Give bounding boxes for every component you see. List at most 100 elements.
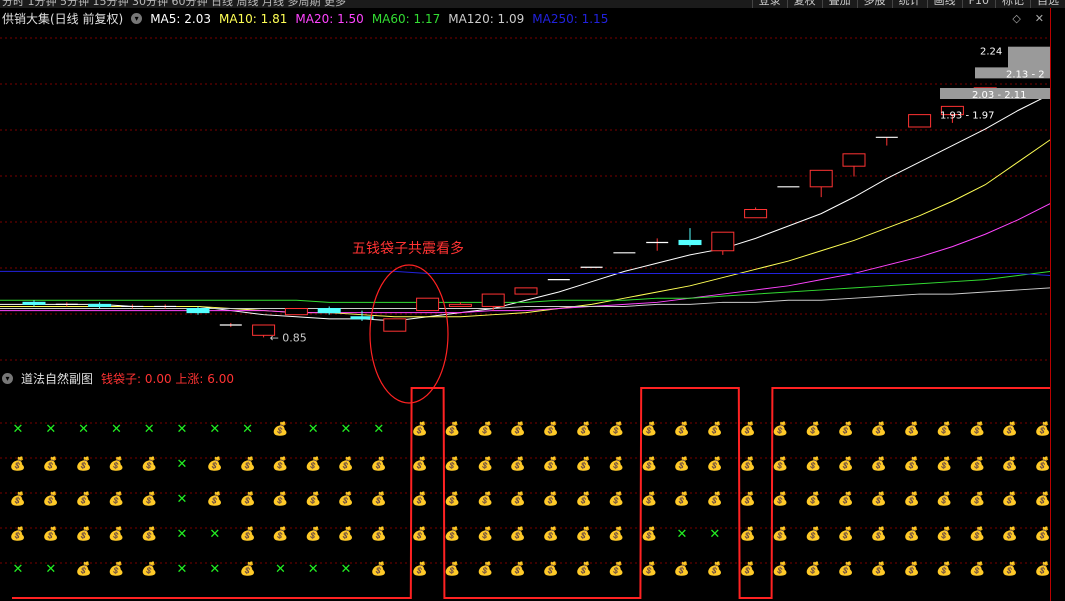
x-mark-icon: ✕ — [144, 422, 155, 437]
candle-body — [88, 303, 112, 307]
candle-body — [678, 239, 702, 246]
money-bag-icon: 💰 — [543, 561, 559, 577]
money-bag-icon: 💰 — [141, 456, 157, 472]
x-mark-icon: ✕ — [209, 527, 220, 542]
price-range-label: 2.03 - 2.11 — [972, 90, 1027, 101]
candle-body — [284, 308, 308, 316]
money-bag-icon: 💰 — [10, 491, 26, 507]
money-bag-icon: 💰 — [772, 491, 788, 507]
money-bag-icon: 💰 — [444, 561, 460, 577]
candle-body — [317, 308, 341, 314]
money-bag-icon: 💰 — [477, 491, 493, 507]
money-bag-icon: 💰 — [412, 561, 428, 577]
price-range-label: 2.13 - 2 — [1006, 69, 1045, 80]
money-bag-icon: 💰 — [871, 526, 887, 542]
money-bag-icon: 💰 — [969, 561, 985, 577]
money-bag-icon: 💰 — [510, 526, 526, 542]
money-bag-icon: 💰 — [674, 561, 690, 577]
money-bag-icon: 💰 — [576, 491, 592, 507]
money-bag-icon: 💰 — [871, 421, 887, 437]
price-band — [1008, 46, 1050, 69]
money-bag-icon: 💰 — [108, 561, 124, 577]
money-bag-icon: 💰 — [904, 421, 920, 437]
money-bag-icon: 💰 — [1002, 526, 1018, 542]
money-bag-icon: 💰 — [772, 456, 788, 472]
money-bag-icon: 💰 — [838, 561, 854, 577]
money-bag-icon: 💰 — [674, 491, 690, 507]
ma-line-ma60 — [0, 270, 1050, 303]
money-bag-icon: 💰 — [707, 421, 723, 437]
money-bag-icon: 💰 — [338, 526, 354, 542]
money-bag-icon: 💰 — [510, 561, 526, 577]
money-bag-icon: 💰 — [207, 491, 223, 507]
price-range-label: 2.24 — [980, 47, 1002, 58]
period-tabs[interactable]: 分时 1分钟 5分钟 15分钟 30分钟 60分钟 日线 周线 月线 多周期 更… — [2, 0, 346, 8]
toolbar-button[interactable]: 标记 — [995, 0, 1030, 8]
money-bag-icon: 💰 — [740, 561, 756, 577]
money-bag-icon: 💰 — [240, 561, 256, 577]
money-bag-icon: 💰 — [707, 456, 723, 472]
money-bag-icon: 💰 — [641, 491, 657, 507]
toolbar-button[interactable]: F10 — [961, 0, 995, 8]
money-bag-icon: 💰 — [43, 491, 59, 507]
toolbar-button[interactable]: 画线 — [926, 0, 962, 8]
price-axis[interactable] — [1050, 8, 1065, 601]
money-bag-icon: 💰 — [412, 491, 428, 507]
money-bag-icon: 💰 — [838, 421, 854, 437]
candle-body — [448, 303, 472, 307]
money-bag-icon: 💰 — [805, 421, 821, 437]
x-mark-icon: ✕ — [13, 562, 24, 577]
money-bag-icon: 💰 — [1002, 456, 1018, 472]
money-bag-icon: 💰 — [1002, 491, 1018, 507]
money-bag-icon: 💰 — [707, 561, 723, 577]
toolbar-button[interactable]: 复权 — [786, 0, 822, 8]
x-mark-icon: ✕ — [177, 457, 188, 472]
money-bag-icon: 💰 — [608, 456, 624, 472]
candle-body — [809, 169, 833, 188]
money-bag-icon: 💰 — [272, 421, 288, 437]
money-bag-icon: 💰 — [76, 526, 92, 542]
x-mark-icon: ✕ — [177, 422, 188, 437]
money-bag-icon: 💰 — [936, 526, 952, 542]
ma-line-ma250 — [0, 270, 1050, 276]
toolbar-button[interactable]: 叠加 — [821, 0, 857, 8]
money-bag-icon: 💰 — [141, 491, 157, 507]
money-bag-icon: 💰 — [904, 456, 920, 472]
money-bag-icon: 💰 — [510, 491, 526, 507]
money-bag-icon: 💰 — [936, 561, 952, 577]
money-bag-icon: 💰 — [936, 491, 952, 507]
money-bag-icon: 💰 — [772, 561, 788, 577]
money-bag-icon: 💰 — [305, 526, 321, 542]
money-bag-icon: 💰 — [740, 456, 756, 472]
money-bag-icon: 💰 — [838, 491, 854, 507]
x-mark-icon: ✕ — [709, 527, 720, 542]
candlestick-chart: ← 0.85 2.24 2.13 - 2 2.03 - 2.11 1.93 - 1.97… — [0, 37, 1050, 361]
money-bag-icon: 💰 — [338, 491, 354, 507]
price-range-label: 1.93 - 1.97 — [940, 111, 995, 122]
money-bag-icon: 💰 — [969, 526, 985, 542]
money-bag-icon: 💰 — [510, 421, 526, 437]
money-bag-icon: 💰 — [141, 561, 157, 577]
x-mark-icon: ✕ — [308, 562, 319, 577]
toolbar-button[interactable]: 统计 — [891, 0, 927, 8]
money-bag-icon: 💰 — [477, 456, 493, 472]
money-bag-icon: 💰 — [969, 421, 985, 437]
money-bag-icon: 💰 — [608, 421, 624, 437]
toolbar-button[interactable]: 登录 — [751, 0, 787, 8]
money-bag-icon: 💰 — [805, 456, 821, 472]
money-bag-icon: 💰 — [305, 491, 321, 507]
money-bag-icon: 💰 — [10, 526, 26, 542]
money-bag-icon: 💰 — [576, 456, 592, 472]
toolbar-button[interactable]: 自选 — [1030, 0, 1065, 8]
money-bag-icon: 💰 — [674, 421, 690, 437]
money-bag-icon: 💰 — [936, 421, 952, 437]
x-mark-icon: ✕ — [341, 562, 352, 577]
candle-body — [383, 318, 407, 332]
money-bag-icon: 💰 — [904, 526, 920, 542]
x-mark-icon: ✕ — [242, 422, 253, 437]
money-bag-icon: 💰 — [272, 526, 288, 542]
x-mark-icon: ✕ — [45, 422, 56, 437]
toolbar-button[interactable]: 多股 — [856, 0, 892, 8]
money-bag-icon: 💰 — [772, 526, 788, 542]
money-bag-icon: 💰 — [477, 561, 493, 577]
